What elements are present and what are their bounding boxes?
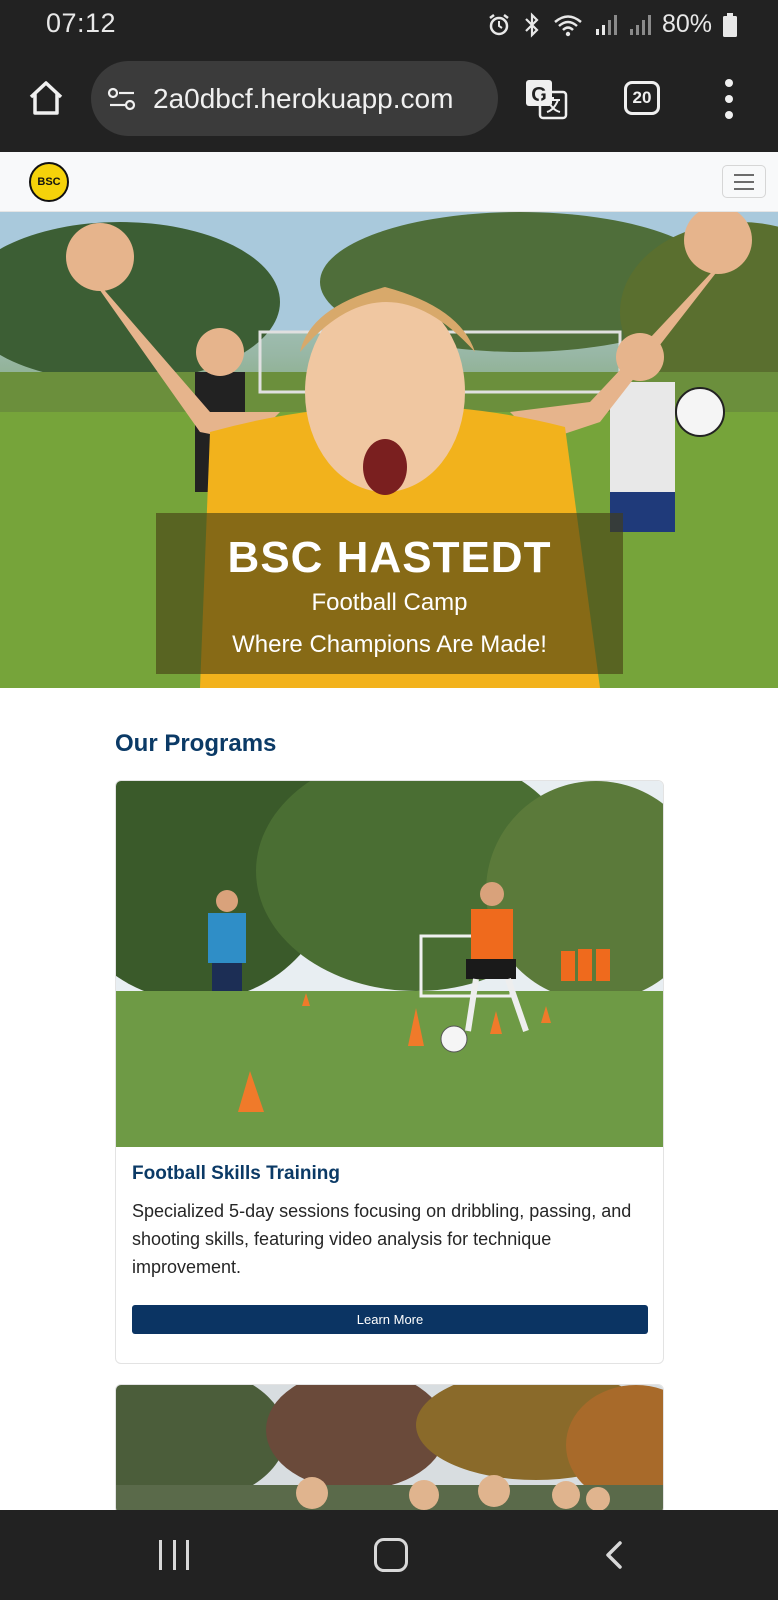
navbar-toggler-button[interactable] (722, 165, 766, 198)
home-button-icon[interactable] (374, 1538, 408, 1572)
program-card-body: Football Skills Training Specialized 5-d… (116, 1147, 663, 1334)
hero-subtitle: Football Camp (311, 589, 468, 616)
hero-banner: BSC HASTEDT Football Camp Where Champion… (0, 212, 778, 688)
battery-icon (723, 12, 737, 37)
url-text: 2a0dbcf.herokuapp.com (153, 82, 454, 114)
club-logo[interactable]: BSC (29, 162, 69, 202)
browser-toolbar: 2a0dbcf.herokuapp.com G 20 (0, 50, 778, 152)
program-card: Football Skills Training Specialized 5-d… (115, 780, 664, 1364)
translate-icon[interactable]: G (524, 77, 568, 121)
wifi-icon (554, 14, 582, 36)
hero-tagline: Where Champions Are Made! (232, 631, 547, 658)
alarm-icon (489, 13, 509, 35)
tab-switcher-button[interactable]: 20 (624, 81, 660, 115)
bluetooth-icon (525, 11, 539, 38)
home-icon[interactable] (26, 78, 66, 118)
android-navigation-bar (0, 1510, 778, 1600)
battery-percent: 80% (661, 10, 712, 38)
address-bar[interactable]: 2a0dbcf.herokuapp.com (91, 61, 498, 136)
hero-title: BSC HASTEDT (227, 533, 552, 582)
program-card-image (116, 1385, 663, 1513)
signal-icon (629, 14, 651, 35)
status-time: 07:12 (46, 8, 117, 38)
hero-caption: BSC HASTEDT Football Camp Where Champion… (156, 513, 623, 674)
more-options-icon[interactable] (723, 79, 735, 119)
learn-more-button[interactable]: Learn More (132, 1305, 648, 1334)
program-card (115, 1384, 664, 1514)
site-navbar: BSC (0, 152, 778, 212)
site-settings-icon[interactable] (107, 84, 137, 114)
signal-icon (595, 14, 617, 35)
program-card-description: Specialized 5-day sessions focusing on d… (132, 1201, 632, 1277)
status-bar: 07:12 80% (0, 0, 778, 50)
program-card-title: Football Skills Training (132, 1163, 340, 1184)
recent-apps-icon[interactable] (159, 1540, 189, 1570)
programs-heading: Our Programs (115, 730, 277, 757)
back-icon[interactable] (600, 1540, 630, 1570)
status-icons: 80% (486, 10, 738, 39)
program-card-image (116, 781, 663, 1147)
